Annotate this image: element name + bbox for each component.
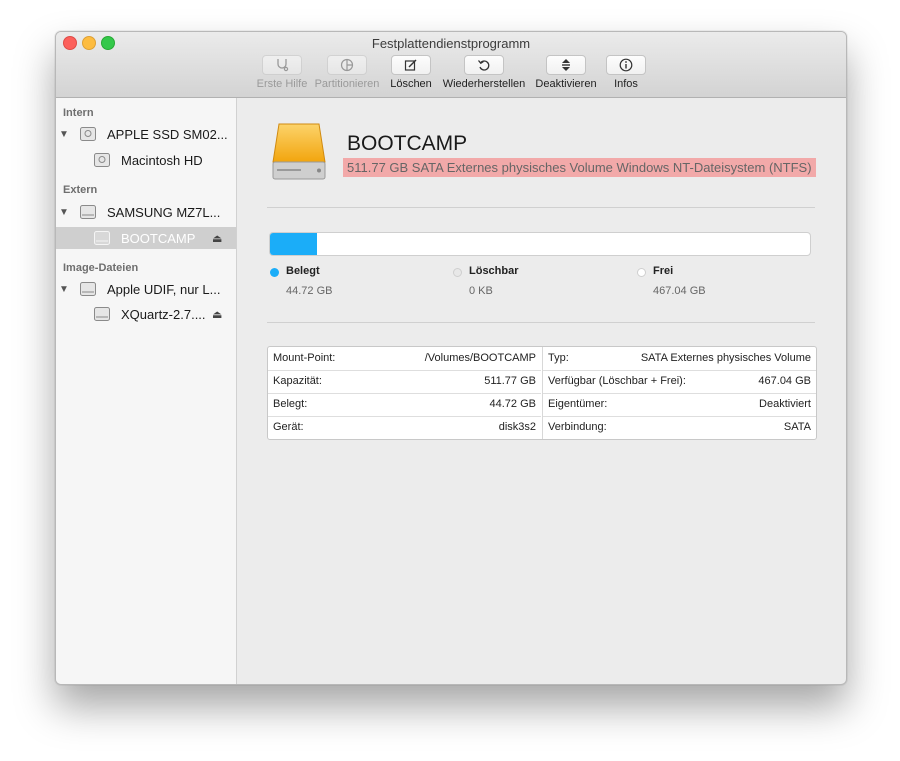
info-value: /Volumes/BOOTCAMP <box>424 352 536 364</box>
window-title: Festplattendienstprogramm <box>371 36 531 51</box>
divider <box>267 322 815 323</box>
sidebar-item-label: XQuartz-2.7.... <box>121 306 206 322</box>
info-key: Verfügbar (Löschbar + Frei): <box>548 375 686 387</box>
legend-used-name: Belegt <box>286 265 320 277</box>
info-value: SATA Externes physisches Volume <box>640 352 811 364</box>
legend-purgeable-name: Löschbar <box>469 265 519 277</box>
info-row: Typ: SATA Externes physisches Volume <box>543 347 816 371</box>
first-aid-button[interactable]: Erste Hilfe <box>252 55 312 90</box>
info-row: Verfügbar (Löschbar + Frei): 467.04 GB <box>543 370 816 394</box>
sidebar-item-apple-ssd[interactable]: ▼ APPLE SSD SM02... <box>56 123 236 145</box>
restore-arrow-icon <box>477 60 490 71</box>
erase-button[interactable]: Löschen <box>387 55 435 90</box>
info-key: Typ: <box>548 352 569 364</box>
erase-icon <box>404 59 417 71</box>
sidebar-item-macintosh-hd[interactable]: Macintosh HD <box>56 149 236 171</box>
info-value: Deaktiviert <box>759 398 811 410</box>
usage-bar <box>269 232 811 256</box>
legend-used-value: 44.72 GB <box>286 285 333 297</box>
volume-drive-icon <box>94 307 110 321</box>
info-row: Kapazität: 511.77 GB <box>268 370 541 394</box>
disclosure-triangle-icon[interactable]: ▼ <box>59 207 69 218</box>
unmount-label: Deaktivieren <box>535 78 597 90</box>
sidebar-item-samsung[interactable]: ▼ SAMSUNG MZ7L... <box>56 201 236 223</box>
info-value: disk3s2 <box>498 421 536 433</box>
erase-label: Löschen <box>390 78 432 90</box>
main-panel: BOOTCAMP 511.77 GB SATA Externes physisc… <box>237 98 846 684</box>
internal-drive-icon <box>80 127 96 141</box>
info-label: Infos <box>614 78 638 90</box>
eject-icon[interactable]: ⏏ <box>212 308 222 321</box>
sidebar: Intern ▼ APPLE SSD SM02... Macintosh HD … <box>56 98 237 684</box>
legend-purgeable-value: 0 KB <box>469 285 493 297</box>
sidebar-item-label: SAMSUNG MZ7L... <box>107 204 221 220</box>
info-icon <box>619 58 633 72</box>
volume-drive-icon <box>94 153 110 167</box>
legend-free-name: Frei <box>653 265 674 277</box>
divider <box>267 207 815 208</box>
first-aid-label: Erste Hilfe <box>256 78 308 90</box>
sidebar-item-label: BOOTCAMP <box>121 230 196 246</box>
volume-description: 511.77 GB SATA Externes physisches Volum… <box>343 158 816 177</box>
volume-name: BOOTCAMP <box>347 132 468 155</box>
info-row: Mount-Point: /Volumes/BOOTCAMP <box>268 347 541 371</box>
info-value: 511.77 GB <box>484 375 536 387</box>
restore-label: Wiederherstellen <box>442 78 526 90</box>
info-row: Eigentümer: Deaktiviert <box>543 393 816 417</box>
info-key: Mount-Point: <box>273 352 336 364</box>
info-key: Kapazität: <box>273 375 322 387</box>
titlebar: Festplattendienstprogramm Erste Hilfe Pa… <box>56 32 846 98</box>
disclosure-triangle-icon[interactable]: ▼ <box>59 129 69 140</box>
sidebar-item-bootcamp[interactable]: BOOTCAMP ⏏ <box>56 227 236 249</box>
sidebar-item-label: APPLE SSD SM02... <box>107 126 228 142</box>
external-drive-icon <box>80 205 96 219</box>
info-row: Verbindung: SATA <box>543 416 816 439</box>
free-dot-icon <box>637 268 646 277</box>
disk-utility-window: Festplattendienstprogramm Erste Hilfe Pa… <box>55 31 847 685</box>
stethoscope-icon <box>277 59 289 72</box>
partition-pie-icon <box>340 58 354 72</box>
disk-image-icon <box>80 282 96 296</box>
sidebar-item-apple-udif[interactable]: ▼ Apple UDIF, nur L... <box>56 278 236 300</box>
info-column-left: Mount-Point: /Volumes/BOOTCAMP Kapazität… <box>268 347 541 439</box>
info-value: SATA <box>783 421 811 433</box>
partition-label: Partitionieren <box>314 78 380 90</box>
unmount-icon <box>562 59 570 71</box>
used-dot-icon <box>270 268 279 277</box>
unmount-button[interactable]: Deaktivieren <box>532 55 600 90</box>
external-drive-large-icon <box>272 123 326 180</box>
sidebar-section-intern: Intern <box>63 107 94 119</box>
restore-button[interactable]: Wiederherstellen <box>439 55 529 90</box>
sidebar-section-extern: Extern <box>63 184 98 196</box>
info-value: 467.04 GB <box>758 375 811 387</box>
info-column-right: Typ: SATA Externes physisches Volume Ver… <box>542 347 816 439</box>
purgeable-dot-icon <box>453 268 462 277</box>
info-key: Eigentümer: <box>548 398 608 410</box>
partition-button[interactable]: Partitionieren <box>312 55 382 90</box>
eject-icon[interactable]: ⏏ <box>212 232 222 245</box>
legend-free-value: 467.04 GB <box>653 285 706 297</box>
info-key: Gerät: <box>273 421 304 433</box>
disclosure-triangle-icon[interactable]: ▼ <box>59 284 69 295</box>
info-key: Belegt: <box>273 398 308 410</box>
info-key: Verbindung: <box>548 421 607 433</box>
info-button[interactable]: Infos <box>604 55 648 90</box>
sidebar-section-image-files: Image-Dateien <box>63 262 139 274</box>
sidebar-item-xquartz[interactable]: XQuartz-2.7.... ⏏ <box>56 303 236 325</box>
info-row: Gerät: disk3s2 <box>268 416 541 439</box>
external-volume-icon <box>94 231 110 245</box>
sidebar-item-label: Macintosh HD <box>121 152 203 168</box>
info-row: Belegt: 44.72 GB <box>268 393 541 417</box>
info-table: Mount-Point: /Volumes/BOOTCAMP Kapazität… <box>267 346 817 440</box>
sidebar-item-label: Apple UDIF, nur L... <box>107 281 221 297</box>
info-value: 44.72 GB <box>489 398 536 410</box>
usage-used-fill <box>270 233 318 255</box>
